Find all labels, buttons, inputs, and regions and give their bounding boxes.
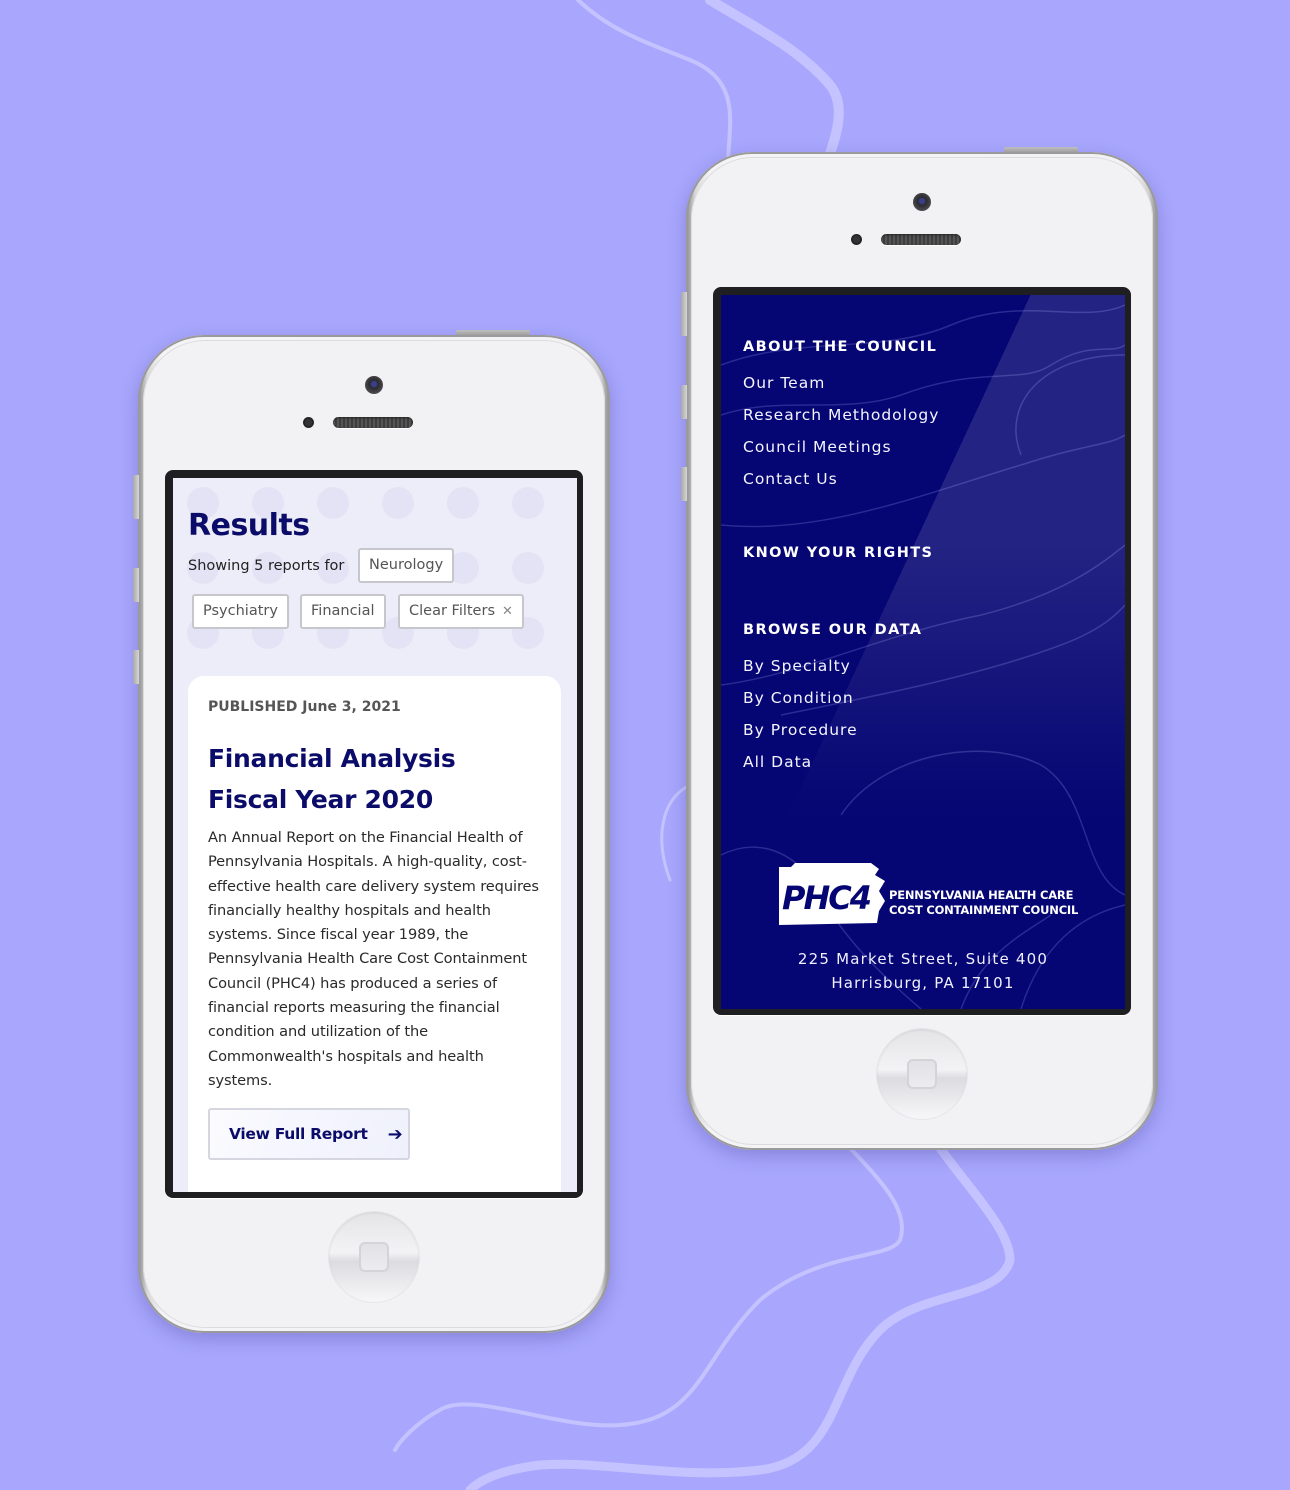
screen-frame: Results Showing 5 reports for Neurology … xyxy=(165,470,583,1198)
power-button xyxy=(1004,147,1078,152)
published-date-value: June 3, 2021 xyxy=(302,699,401,715)
front-camera-icon xyxy=(913,193,931,211)
results-screen: Results Showing 5 reports for Neurology … xyxy=(173,478,577,1192)
volume-up-button xyxy=(681,385,687,419)
volume-down-button xyxy=(133,650,139,684)
view-full-report-button[interactable]: View Full Report ➔ xyxy=(208,1108,410,1160)
nav-link-by-condition[interactable]: By Condition xyxy=(743,689,854,707)
phc4-logo[interactable]: PHC4 PENNSYLVANIA HEALTH CARE COST CONTA… xyxy=(775,863,1078,933)
nav-link-all-data[interactable]: All Data xyxy=(743,753,812,771)
filter-chip-neurology[interactable]: Neurology xyxy=(358,548,455,583)
front-camera-icon xyxy=(365,376,383,394)
address-line-1: 225 Market Street, Suite 400 xyxy=(797,950,1049,968)
volume-down-button xyxy=(681,467,687,501)
logo-mark: PHC4 xyxy=(782,879,871,917)
footer-nav-screen: ABOUT THE COUNCIL Our Team Research Meth… xyxy=(721,295,1125,1009)
published-label: PUBLISHED xyxy=(208,699,298,715)
nav-link-by-specialty[interactable]: By Specialty xyxy=(743,657,851,675)
screen-frame: ABOUT THE COUNCIL Our Team Research Meth… xyxy=(713,287,1131,1015)
mute-switch xyxy=(681,292,687,336)
logo-line-1: PENNSYLVANIA HEALTH CARE xyxy=(889,888,1074,902)
earpiece-speaker-icon xyxy=(881,234,961,245)
filter-chip-financial[interactable]: Financial xyxy=(300,594,386,629)
logo-line-2: COST CONTAINMENT COUNCIL xyxy=(889,903,1079,917)
address-line-2: Harrisburg, PA 17101 xyxy=(831,974,1015,992)
volume-up-button xyxy=(133,568,139,602)
published-date: PUBLISHED June 3, 2021 xyxy=(208,699,401,715)
earpiece-speaker-icon xyxy=(333,417,413,428)
mute-switch xyxy=(133,475,139,519)
section-heading-browse-data: BROWSE OUR DATA xyxy=(743,622,923,638)
home-square-icon xyxy=(907,1059,937,1089)
close-icon: ✕ xyxy=(502,604,513,619)
section-heading-know-your-rights[interactable]: KNOW YOUR RIGHTS xyxy=(743,545,933,561)
right-phone-mockup: ABOUT THE COUNCIL Our Team Research Meth… xyxy=(681,147,1158,1150)
filter-chip-psychiatry[interactable]: Psychiatry xyxy=(192,594,289,629)
clear-filters-button[interactable]: Clear Filters ✕ xyxy=(398,594,524,629)
nav-link-research-methodology[interactable]: Research Methodology xyxy=(743,406,939,424)
home-button[interactable] xyxy=(877,1029,967,1119)
view-full-report-label: View Full Report xyxy=(229,1125,368,1143)
report-card: PUBLISHED June 3, 2021 Financial Analysi… xyxy=(188,676,561,1192)
arrow-right-icon: ➔ xyxy=(387,1123,403,1145)
report-title[interactable]: Financial Analysis Fiscal Year 2020 xyxy=(208,738,538,820)
phone-bezel: ABOUT THE COUNCIL Our Team Research Meth… xyxy=(691,157,1153,1145)
pennsylvania-state-shape-icon: PHC4 xyxy=(779,863,885,925)
proximity-sensor-icon xyxy=(303,417,314,428)
nav-link-our-team[interactable]: Our Team xyxy=(743,374,825,392)
power-button xyxy=(456,330,530,335)
home-square-icon xyxy=(359,1242,389,1272)
logo-text: PENNSYLVANIA HEALTH CARE COST CONTAINMEN… xyxy=(889,888,1078,918)
clear-filters-label: Clear Filters xyxy=(409,603,495,619)
home-button[interactable] xyxy=(329,1212,419,1302)
nav-link-council-meetings[interactable]: Council Meetings xyxy=(743,438,892,456)
proximity-sensor-icon xyxy=(851,234,862,245)
phone-bezel: Results Showing 5 reports for Neurology … xyxy=(143,340,605,1328)
left-phone-mockup: Results Showing 5 reports for Neurology … xyxy=(133,330,610,1333)
section-heading-about: ABOUT THE COUNCIL xyxy=(743,339,938,355)
report-description: An Annual Report on the Financial Health… xyxy=(208,829,539,1089)
results-heading: Results xyxy=(188,508,310,543)
showing-count-text: Showing 5 reports for xyxy=(188,558,345,574)
nav-link-contact-us[interactable]: Contact Us xyxy=(743,470,838,488)
nav-link-by-procedure[interactable]: By Procedure xyxy=(743,721,858,739)
